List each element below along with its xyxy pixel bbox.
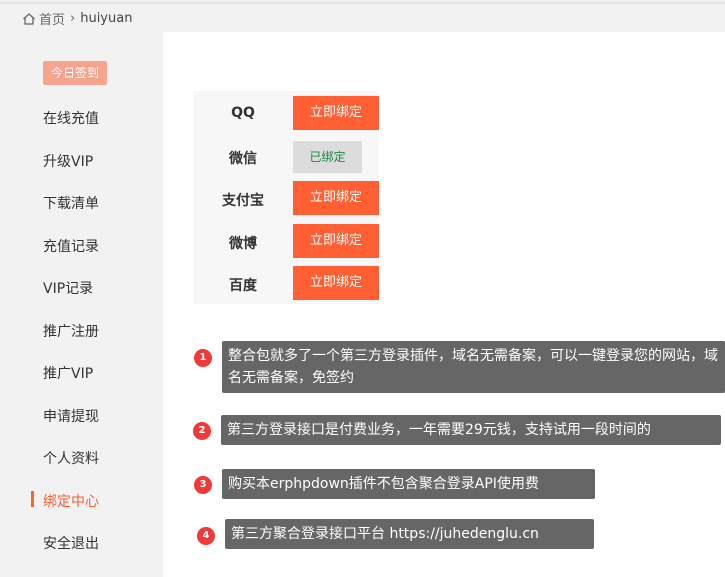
note-1: 整合包就多了一个第三方登录插件，域名无需备案，可以一键登录您的网站，域名无需备案… bbox=[222, 341, 725, 393]
sidebar-item-profile[interactable]: 个人资料 bbox=[43, 448, 99, 468]
binding-label-weibo: 微博 bbox=[229, 236, 257, 252]
checkin-button[interactable]: 今日签到 bbox=[43, 61, 107, 85]
sidebar-item-referral-vip[interactable]: 推广VIP bbox=[43, 363, 93, 383]
sidebar-item-withdraw[interactable]: 申请提现 bbox=[43, 406, 99, 426]
sidebar-item-recharge[interactable]: 在线充值 bbox=[43, 108, 99, 128]
binding-label-baidu: 百度 bbox=[229, 278, 257, 294]
binding-label-qq: QQ bbox=[231, 105, 255, 121]
note-4: 第三方聚合登录接口平台 https://juhedenglu.cn bbox=[225, 519, 594, 549]
binding-label-alipay: 支付宝 bbox=[222, 193, 264, 209]
note-number-1: 1 bbox=[194, 349, 212, 367]
breadcrumb: 首页 › huiyuan bbox=[22, 9, 132, 28]
bind-baidu-button[interactable]: 立即绑定 bbox=[293, 266, 379, 300]
home-icon[interactable] bbox=[22, 12, 36, 26]
breadcrumb-home[interactable]: 首页 bbox=[39, 9, 65, 28]
binding-label-wechat: 微信 bbox=[229, 151, 257, 167]
sidebar-item-logout[interactable]: 安全退出 bbox=[43, 533, 99, 553]
note-2: 第三方登录接口是付费业务，一年需要29元钱，支持试用一段时间的 bbox=[221, 415, 721, 445]
active-indicator bbox=[31, 491, 34, 507]
sidebar-item-downloads[interactable]: 下载清单 bbox=[43, 193, 99, 213]
bind-qq-button[interactable]: 立即绑定 bbox=[293, 96, 379, 130]
sidebar-item-recharge-records[interactable]: 充值记录 bbox=[43, 236, 99, 256]
bind-weibo-button[interactable]: 立即绑定 bbox=[293, 224, 379, 258]
note-number-2: 2 bbox=[193, 422, 211, 440]
wechat-bound-status: 已绑定 bbox=[293, 141, 362, 173]
sidebar-item-upgrade-vip[interactable]: 升级VIP bbox=[43, 151, 93, 171]
top-divider bbox=[0, 2, 725, 4]
note-3: 购买本erphpdown插件不包含聚合登录API使用费 bbox=[222, 469, 595, 499]
sidebar-item-referral-register[interactable]: 推广注册 bbox=[43, 321, 99, 341]
page: 首页 › huiyuan 今日签到 在线充值 升级VIP 下载清单 充值记录 V… bbox=[0, 0, 725, 577]
top-bar: 首页 › huiyuan bbox=[0, 0, 725, 32]
breadcrumb-separator: › bbox=[70, 11, 76, 26]
breadcrumb-current: huiyuan bbox=[80, 11, 133, 26]
note-number-4: 4 bbox=[197, 527, 215, 545]
bind-alipay-button[interactable]: 立即绑定 bbox=[293, 181, 379, 215]
sidebar-item-vip-records[interactable]: VIP记录 bbox=[43, 278, 93, 298]
sidebar-item-binding-center[interactable]: 绑定中心 bbox=[43, 491, 99, 511]
note-number-3: 3 bbox=[194, 476, 212, 494]
